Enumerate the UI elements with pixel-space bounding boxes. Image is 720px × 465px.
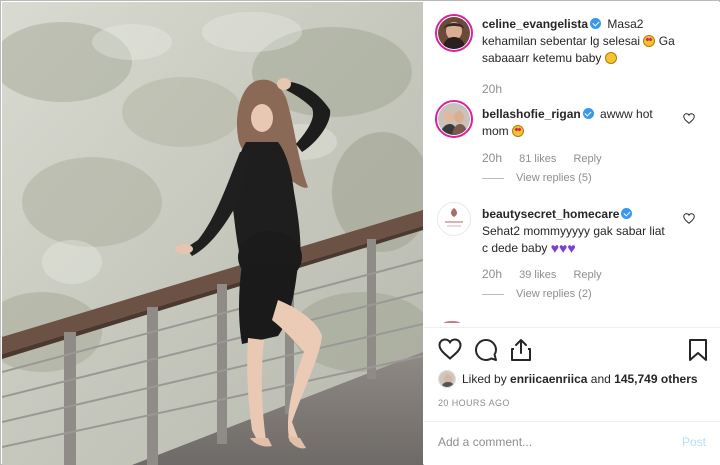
bookmark-icon[interactable] (688, 338, 708, 362)
post-comment-button[interactable]: Post (682, 435, 706, 449)
verified-badge-icon (590, 18, 602, 29)
comment-avatar[interactable] (437, 202, 471, 236)
post-photo-image (2, 2, 423, 465)
speech-bubble-icon[interactable] (474, 338, 498, 362)
replies-divider-line (482, 177, 504, 179)
heart-icon[interactable] (438, 338, 462, 360)
comment-avatar[interactable] (435, 100, 473, 138)
post-photo[interactable] (2, 2, 423, 465)
comment-username[interactable]: beautysecret_homecare (482, 207, 619, 221)
author-avatar-image (438, 17, 470, 49)
comment-text-line1: awww hot (600, 107, 653, 121)
purple-heart-emoji-icon: ♥ (559, 240, 568, 256)
liker-avatar-picture (439, 371, 455, 387)
comments-divider (424, 327, 720, 328)
verified-badge-icon (621, 208, 633, 219)
liked-by-joiner: and (590, 372, 611, 386)
verified-badge-icon (582, 108, 594, 119)
caption-line2: kehamilan sebentar lg selesai (482, 34, 641, 48)
caption-meta: 20h (482, 82, 516, 96)
author-avatar-picture (438, 17, 470, 49)
purple-heart-emoji-icon: ♥ (567, 240, 576, 256)
liker-avatar[interactable] (438, 370, 456, 388)
comment-body: bellashofie_rigan awww hot mom (482, 106, 682, 140)
post-caption: celine_evangelista Masa2 kehamilan seben… (482, 16, 714, 67)
caption-time[interactable]: 20h (482, 82, 502, 96)
post-side-panel: celine_evangelista Masa2 kehamilan seben… (424, 2, 720, 465)
caption-line1: Masa2 (607, 17, 644, 31)
author-avatar[interactable] (435, 14, 473, 52)
comment-avatar-logo (438, 203, 470, 235)
liked-by-row: Liked by enriicaenriica and 145,749 othe… (438, 370, 698, 388)
comment-text-line2: mom (482, 124, 509, 138)
view-replies-label[interactable]: View replies (2) (516, 288, 592, 300)
liked-by-username[interactable]: enriicaenriica (510, 372, 587, 386)
comment-username[interactable]: bellashofie_rigan (482, 107, 581, 121)
comment-reply-button[interactable]: Reply (573, 269, 601, 281)
comment-reply-button[interactable]: Reply (573, 153, 601, 165)
comment-time[interactable]: 20h (482, 267, 502, 281)
view-replies-link[interactable]: View replies (5) (482, 172, 592, 184)
caption-tail: Ga (658, 34, 675, 48)
heart-eyes-emoji-icon (512, 125, 525, 137)
next-comment-avatar-edge (444, 321, 460, 325)
replies-divider-line (482, 293, 504, 295)
comment-like-heart-icon[interactable] (683, 213, 695, 224)
heart-eyes-emoji-icon (643, 35, 656, 47)
comment-box-divider (424, 421, 720, 422)
comment-meta: 20h 81 likes Reply (482, 151, 616, 165)
comment-avatar-picture (438, 103, 470, 135)
add-comment-input[interactable]: Add a comment... (438, 435, 532, 449)
view-replies-link[interactable]: View replies (2) (482, 288, 592, 300)
post-timestamp[interactable]: 20 HOURS AGO (438, 398, 510, 408)
share-icon[interactable] (510, 338, 532, 362)
comment-likes[interactable]: 81 likes (519, 153, 556, 165)
smiling-emoji-icon (604, 52, 617, 64)
instagram-post-window: celine_evangelista Masa2 kehamilan seben… (0, 0, 720, 465)
caption-line3: sabaaarr ketemu baby (482, 51, 602, 65)
comment-text-line2: c dede baby (482, 241, 548, 255)
view-replies-label[interactable]: View replies (5) (516, 172, 592, 184)
post-actions-bar (438, 338, 708, 364)
caption-author-username[interactable]: celine_evangelista (482, 17, 588, 31)
comment-text-line1: Sehat2 mommyyyyy gak sabar liat (482, 224, 665, 238)
comment-likes[interactable]: 39 likes (519, 269, 556, 281)
comment-like-heart-icon[interactable] (683, 113, 695, 124)
comment-time[interactable]: 20h (482, 151, 502, 165)
liked-by-others-link[interactable]: 145,749 others (614, 372, 697, 386)
comment-avatar-image (438, 103, 470, 135)
comment-meta: 20h 39 likes Reply (482, 267, 616, 281)
liked-by-prefix: Liked by (462, 372, 507, 386)
comment-body: beautysecret_homecare Sehat2 mommyyyyy g… (482, 206, 682, 257)
purple-heart-emoji-icon: ♥ (550, 240, 560, 256)
